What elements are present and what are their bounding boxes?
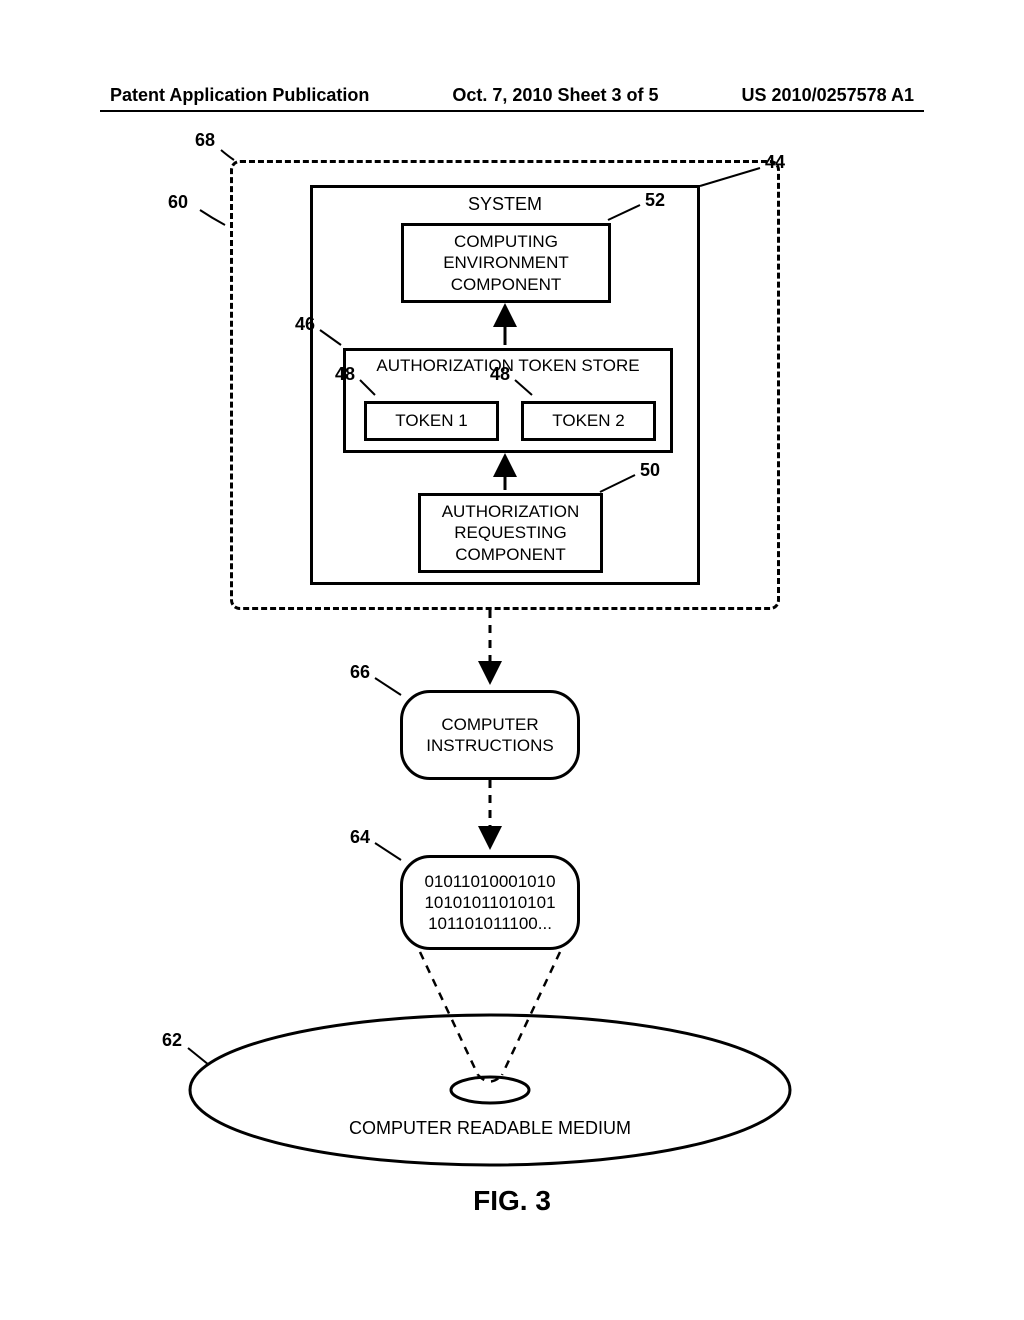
page-header: Patent Application Publication Oct. 7, 2… bbox=[0, 85, 1024, 106]
header-left: Patent Application Publication bbox=[110, 85, 369, 106]
ref-66: 66 bbox=[350, 662, 370, 683]
header-right: US 2010/0257578 A1 bbox=[742, 85, 914, 106]
figure-caption: FIG. 3 bbox=[100, 1185, 924, 1217]
header-rule bbox=[100, 110, 924, 112]
ref-52: 52 bbox=[645, 190, 665, 211]
ref-64: 64 bbox=[350, 827, 370, 848]
medium-label: COMPUTER READABLE MEDIUM bbox=[340, 1118, 640, 1139]
header-center: Oct. 7, 2010 Sheet 3 of 5 bbox=[452, 85, 658, 106]
ref-50: 50 bbox=[640, 460, 660, 481]
diagram-stage: SYSTEM COMPUTING ENVIRONMENT COMPONENT A… bbox=[100, 130, 924, 1210]
diagram-svg bbox=[100, 130, 924, 1210]
ref-68: 68 bbox=[195, 130, 215, 151]
ref-46: 46 bbox=[295, 314, 315, 335]
ref-60: 60 bbox=[168, 192, 188, 213]
ref-48b: 48 bbox=[490, 364, 510, 385]
ref-44: 44 bbox=[765, 152, 785, 173]
ref-48a: 48 bbox=[335, 364, 355, 385]
ref-62: 62 bbox=[162, 1030, 182, 1051]
